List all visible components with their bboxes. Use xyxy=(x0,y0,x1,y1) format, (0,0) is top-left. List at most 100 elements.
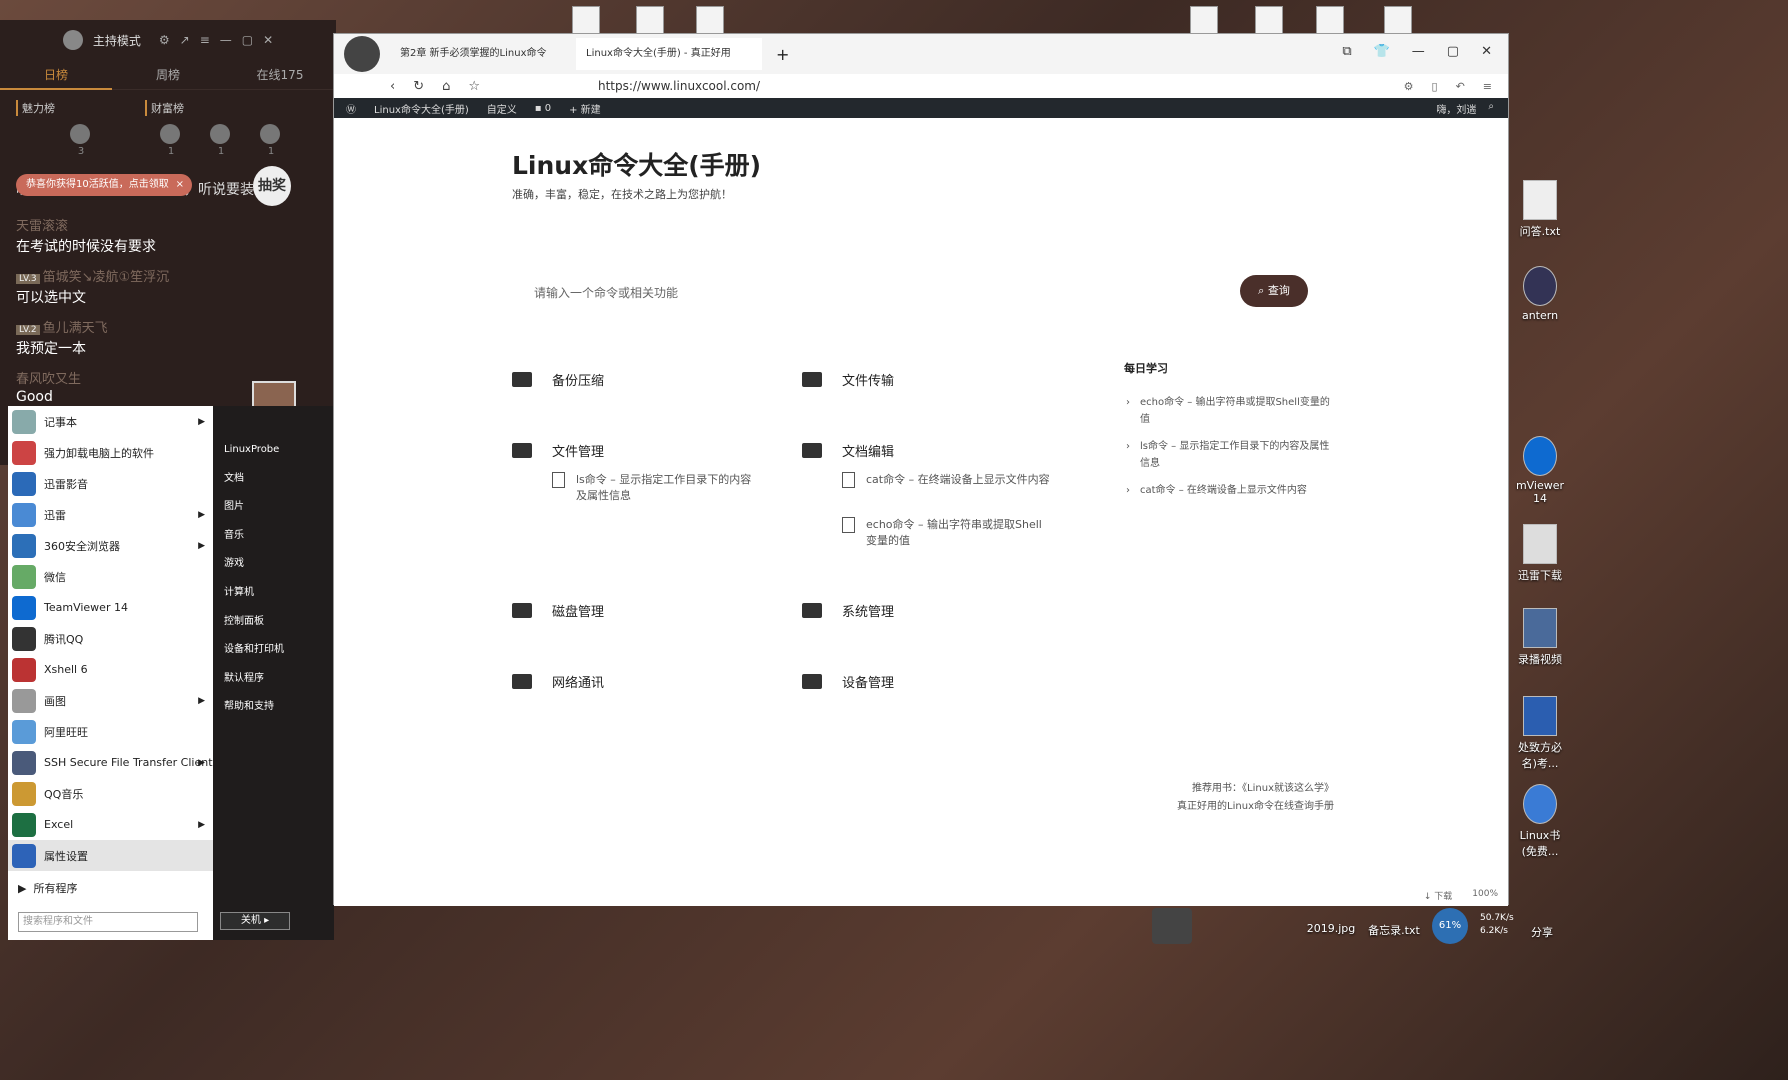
home-icon[interactable]: ⌂ xyxy=(442,79,450,94)
start-link-music[interactable]: 音乐 xyxy=(220,522,330,551)
category-system[interactable]: 系统管理 xyxy=(802,601,894,620)
tab-online[interactable]: 在线175 xyxy=(224,66,336,83)
tab-weekly[interactable]: 周榜 xyxy=(112,66,224,83)
wp-site-link[interactable]: Linux命令大全(手册) xyxy=(374,101,469,116)
share-label[interactable]: 分享 xyxy=(1522,924,1562,940)
start-link-documents[interactable]: 文档 xyxy=(220,465,330,494)
start-menu-item[interactable]: 腾讯QQ xyxy=(8,623,213,654)
device-icon[interactable]: ▯ xyxy=(1432,80,1438,93)
daily-link[interactable]: cat命令 – 在终端设备上显示文件内容 xyxy=(1124,482,1334,499)
category-device[interactable]: 设备管理 xyxy=(802,672,894,691)
article-link[interactable]: ls命令 – 显示指定工作目录下的内容及属性信息 xyxy=(552,472,762,504)
start-link-linuxprobe[interactable]: LinuxProbe xyxy=(220,436,330,465)
desktop-icon[interactable]: 处致方必 名)考... xyxy=(1512,696,1568,771)
start-link-control-panel[interactable]: 控制面板 xyxy=(220,608,330,637)
category-doc-edit[interactable]: 文档编辑 xyxy=(802,441,894,460)
close-icon[interactable]: ✕ xyxy=(263,33,273,47)
search-icon[interactable]: ⌕ xyxy=(1488,101,1494,116)
menu-icon[interactable]: ≡ xyxy=(200,33,210,47)
all-programs-item[interactable]: ▶ 所有程序 xyxy=(8,876,213,902)
category-transfer[interactable]: 文件传输 xyxy=(802,370,894,389)
desktop-icon[interactable]: 录播视频 xyxy=(1512,608,1568,667)
rank-avatar[interactable]: 1 xyxy=(160,124,182,157)
desktop-icon[interactable]: antern xyxy=(1512,266,1568,322)
desktop-file-icon[interactable] xyxy=(696,6,724,34)
desktop-icon[interactable]: mViewer 14 xyxy=(1512,436,1568,505)
new-tab-icon[interactable]: + xyxy=(776,45,789,64)
start-link-games[interactable]: 游戏 xyxy=(220,550,330,579)
settings-icon[interactable]: ⚙ xyxy=(159,33,170,47)
start-menu-item[interactable]: 迅雷影音 xyxy=(8,468,213,499)
share-icon[interactable]: ↗ xyxy=(180,33,190,47)
tab-daily[interactable]: 日榜 xyxy=(0,60,112,90)
start-menu-item[interactable]: 迅雷 ▶ xyxy=(8,499,213,530)
start-menu-item[interactable]: 微信 xyxy=(8,561,213,592)
desktop-file-icon[interactable] xyxy=(1316,6,1344,34)
category-file-mgmt[interactable]: 文件管理 xyxy=(512,441,604,460)
browser-tab[interactable]: 第2章 新手必须掌握的Linux命令 xyxy=(390,38,576,70)
desktop-file-icon[interactable] xyxy=(1190,6,1218,34)
category-backup[interactable]: 备份压缩 xyxy=(512,370,604,389)
wp-customize-link[interactable]: 自定义 xyxy=(487,101,517,116)
desktop-file-icon[interactable] xyxy=(572,6,600,34)
shutdown-button[interactable]: 关机 ▸ xyxy=(220,912,290,930)
start-menu-item[interactable]: 画图 ▶ xyxy=(8,685,213,716)
daily-link[interactable]: ls命令 – 显示指定工作目录下的内容及属性信息 xyxy=(1124,438,1334,472)
recommend-book-link[interactable]: 推荐用书：《Linux就该这么学》 xyxy=(1154,780,1334,798)
start-link-computer[interactable]: 计算机 xyxy=(220,579,330,608)
back-icon[interactable]: ‹ xyxy=(390,79,395,94)
start-search-input[interactable]: 搜索程序和文件 xyxy=(18,912,198,932)
wp-comments-link[interactable]: ▪ 0 xyxy=(535,103,551,114)
start-menu-item[interactable]: 记事本 ▶ xyxy=(8,406,213,437)
undo-icon[interactable]: ↶ xyxy=(1456,80,1465,93)
desktop-icon[interactable]: 迅雷下载 xyxy=(1512,524,1568,583)
reload-icon[interactable]: ↻ xyxy=(413,79,424,94)
start-menu-item[interactable]: 阿里旺旺 xyxy=(8,716,213,747)
user-avatar[interactable] xyxy=(344,36,380,72)
rank-avatar[interactable]: 3 xyxy=(70,124,92,157)
desktop-icon[interactable]: 备忘录.txt xyxy=(1366,922,1422,938)
desktop-icon[interactable]: Linux书 (免费... xyxy=(1512,784,1568,859)
start-menu-item[interactable]: Xshell 6 xyxy=(8,654,213,685)
start-link-help[interactable]: 帮助和支持 xyxy=(220,693,330,722)
start-menu-item[interactable]: 属性设置 xyxy=(8,840,213,871)
maximize-icon[interactable]: ▢ xyxy=(242,33,253,47)
tab-count-icon[interactable]: ⧉ xyxy=(1342,44,1351,59)
download-button[interactable]: ↓ 下载 xyxy=(1424,889,1452,902)
desktop-file-icon[interactable] xyxy=(1255,6,1283,34)
wp-new-link[interactable]: + 新建 xyxy=(569,101,601,116)
category-disk[interactable]: 磁盘管理 xyxy=(512,601,604,620)
close-icon[interactable]: × xyxy=(176,174,184,196)
extension-icon[interactable]: ⚙ xyxy=(1404,80,1414,93)
minimize-icon[interactable]: — xyxy=(1412,44,1425,59)
desktop-file-icon[interactable] xyxy=(636,6,664,34)
favorite-icon[interactable]: ☆ xyxy=(468,79,480,94)
start-menu-item[interactable]: Excel ▶ xyxy=(8,809,213,840)
lottery-button[interactable]: 抽奖 xyxy=(253,166,291,206)
start-menu-item[interactable]: TeamViewer 14 xyxy=(8,592,213,623)
browser-tab-active[interactable]: Linux命令大全(手册) - 真正好用 xyxy=(576,38,762,70)
zoom-level[interactable]: 100% xyxy=(1472,889,1498,902)
start-link-devices[interactable]: 设备和打印机 xyxy=(220,636,330,665)
category-network[interactable]: 网络通讯 xyxy=(512,672,604,691)
wordpress-icon[interactable]: Ⓦ xyxy=(346,101,356,116)
close-icon[interactable]: ✕ xyxy=(1481,44,1492,59)
desktop-icon[interactable]: 2019.jpg xyxy=(1306,922,1356,935)
skin-icon[interactable]: 👕 xyxy=(1374,44,1390,59)
rank-avatar[interactable]: 1 xyxy=(210,124,232,157)
rank-avatar[interactable]: 1 xyxy=(260,124,282,157)
cpu-gauge[interactable]: 61% xyxy=(1432,908,1468,944)
start-link-pictures[interactable]: 图片 xyxy=(220,493,330,522)
start-menu-item[interactable]: QQ音乐 xyxy=(8,778,213,809)
start-link-default-programs[interactable]: 默认程序 xyxy=(220,665,330,694)
url-field[interactable]: https://www.linuxcool.com/ xyxy=(598,79,760,93)
browser-menu-icon[interactable]: ≡ xyxy=(1483,80,1492,93)
daily-link[interactable]: echo命令 – 输出字符串或提取Shell变量的值 xyxy=(1124,394,1334,428)
desktop-file-icon[interactable] xyxy=(1384,6,1412,34)
wp-user-greeting[interactable]: 嗨，刘遄 xyxy=(1436,101,1476,116)
reward-notice[interactable]: 恭喜你获得10活跃值，点击领取 × xyxy=(16,174,192,196)
command-search-input[interactable]: 请输入一个命令或相关功能 xyxy=(534,284,678,301)
charm-rank-label[interactable]: 魅力榜 xyxy=(16,100,55,116)
search-button[interactable]: ⌕ 查询 xyxy=(1240,275,1308,307)
start-menu-item[interactable]: SSH Secure File Transfer Client ▶ xyxy=(8,747,213,778)
